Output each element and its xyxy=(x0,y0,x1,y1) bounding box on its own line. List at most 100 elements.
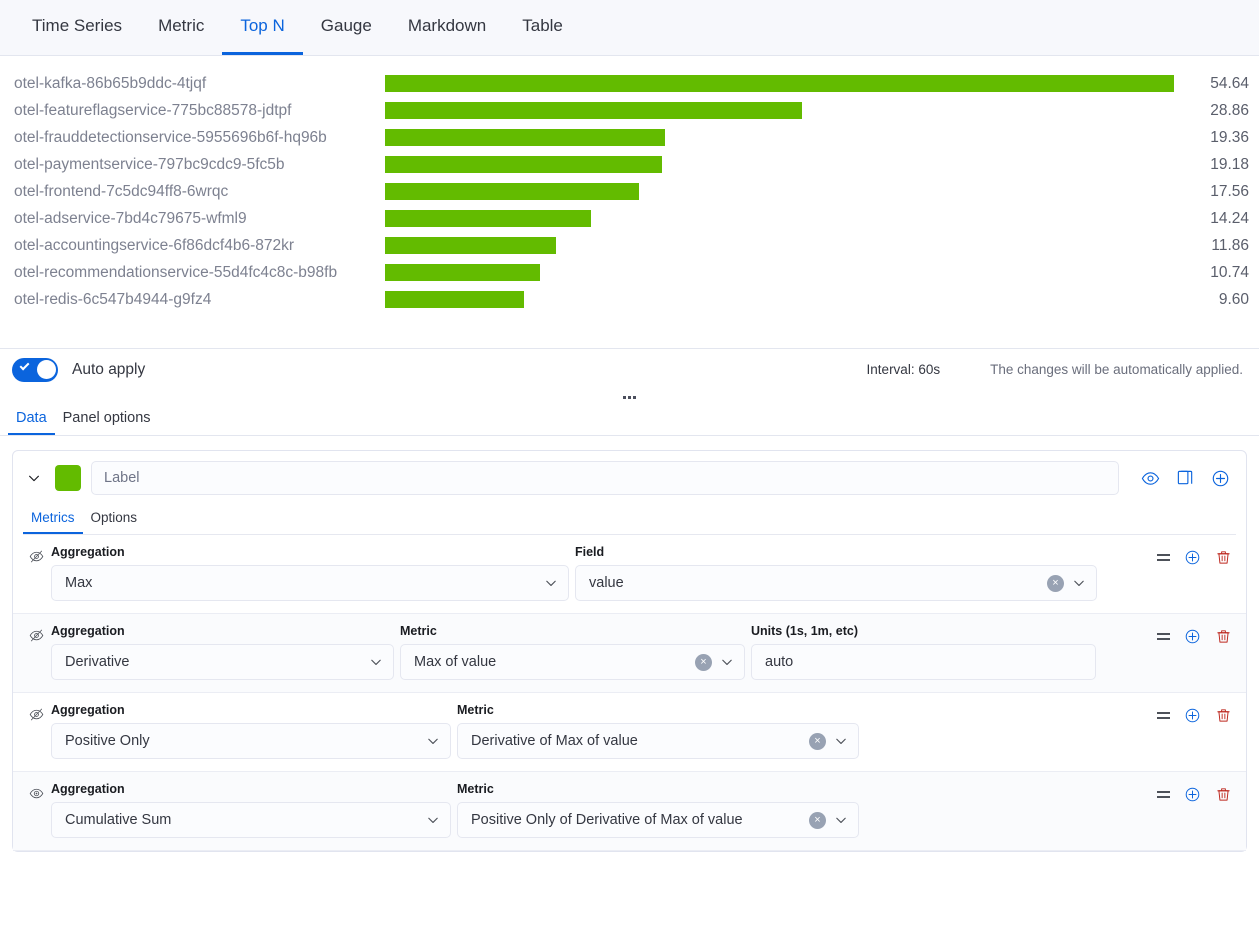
eye-icon[interactable] xyxy=(29,786,44,801)
eye-slash-icon[interactable] xyxy=(29,707,44,722)
top-n-row: otel-adservice-7bd4c79675-wfml914.24 xyxy=(0,205,1259,232)
field-value: Derivative xyxy=(65,654,369,670)
top-n-label: otel-redis-6c547b4944-g9fz4 xyxy=(0,291,385,309)
field-label: Metric xyxy=(457,782,859,796)
select-metric[interactable]: Derivative of Max of value× xyxy=(457,723,859,759)
select-field[interactable]: value× xyxy=(575,565,1097,601)
aggregation-rows: AggregationMaxFieldvalue× Aggregation Deri… xyxy=(13,535,1246,851)
toggle-visibility-button[interactable] xyxy=(21,703,51,722)
panel-resize-handle[interactable] xyxy=(0,390,1259,404)
top-n-bar[interactable] xyxy=(385,156,662,173)
viz-tab-markdown[interactable]: Markdown xyxy=(390,0,504,55)
top-n-row: otel-redis-6c547b4944-g9fz4 9.60 xyxy=(0,286,1259,313)
top-n-label: otel-recommendationservice-55d4fc4c8c-b9… xyxy=(0,264,385,282)
field-value: Positive Only xyxy=(65,733,426,749)
select-aggregation[interactable]: Positive Only xyxy=(51,723,451,759)
chevron-down-icon[interactable] xyxy=(1072,576,1086,590)
plus-circle-icon[interactable] xyxy=(1184,786,1201,803)
top-n-row: otel-kafka-86b65b9ddc-4tjqf54.64 xyxy=(0,70,1259,97)
series-label-input[interactable] xyxy=(91,461,1119,495)
top-n-bar[interactable] xyxy=(385,129,665,146)
viz-tab-time-series[interactable]: Time Series xyxy=(14,0,140,55)
chevron-down-icon[interactable] xyxy=(426,734,440,748)
series-tab-options[interactable]: Options xyxy=(83,510,146,534)
plus-circle-icon[interactable] xyxy=(1184,549,1201,566)
editor-tab-panel-options[interactable]: Panel options xyxy=(55,410,159,435)
top-n-bar-track xyxy=(385,205,1174,232)
toggle-visibility-button[interactable] xyxy=(21,545,51,564)
top-n-bar[interactable] xyxy=(385,291,524,308)
plus-circle-icon[interactable] xyxy=(1211,469,1230,488)
chevron-down-icon[interactable] xyxy=(369,655,383,669)
viz-tab-gauge[interactable]: Gauge xyxy=(303,0,390,55)
series-tab-metrics[interactable]: Metrics xyxy=(23,510,83,534)
select-aggregation[interactable]: Derivative xyxy=(51,644,394,680)
field-value: auto xyxy=(765,654,1085,670)
select-aggregation[interactable]: Cumulative Sum xyxy=(51,802,451,838)
interval-text: Interval: 60s xyxy=(867,362,941,377)
viz-tab-metric[interactable]: Metric xyxy=(140,0,222,55)
chevron-down-icon[interactable] xyxy=(834,813,848,827)
drag-handle-icon[interactable] xyxy=(1157,633,1170,639)
plus-circle-icon[interactable] xyxy=(1184,628,1201,645)
aggregation-row: AggregationPositive OnlyMetricDerivative… xyxy=(13,693,1246,772)
editor-tabbar: DataPanel options xyxy=(0,404,1259,436)
top-n-bar[interactable] xyxy=(385,75,1174,92)
field-group: AggregationCumulative Sum xyxy=(51,782,451,838)
clear-selection-button[interactable]: × xyxy=(809,812,826,829)
top-n-value: 17.56 xyxy=(1174,183,1259,201)
check-icon xyxy=(20,360,30,370)
field-value: value xyxy=(589,575,1047,591)
eye-slash-icon[interactable] xyxy=(29,628,44,643)
top-n-bar[interactable] xyxy=(385,264,540,281)
aggregation-row: AggregationDerivativeMetricMax of value×… xyxy=(13,614,1246,693)
viz-tab-top-n[interactable]: Top N xyxy=(222,0,302,55)
top-n-bar[interactable] xyxy=(385,183,639,200)
clear-selection-button[interactable]: × xyxy=(809,733,826,750)
toggle-visibility-button[interactable] xyxy=(21,624,51,643)
toggle-visibility-button[interactable] xyxy=(21,782,51,801)
drag-handle-icon[interactable] xyxy=(1157,791,1170,797)
editor-tab-data[interactable]: Data xyxy=(8,410,55,435)
duplicate-icon[interactable] xyxy=(1176,469,1195,488)
clear-selection-button[interactable]: × xyxy=(1047,575,1064,592)
plus-circle-icon[interactable] xyxy=(1184,707,1201,724)
chevron-down-icon[interactable] xyxy=(544,576,558,590)
dot-2 xyxy=(628,396,631,399)
eye-icon[interactable] xyxy=(1141,469,1160,488)
eye-slash-icon[interactable] xyxy=(29,549,44,564)
auto-apply-toggle[interactable] xyxy=(12,358,58,382)
viz-tab-table[interactable]: Table xyxy=(504,0,581,55)
top-n-value: 9.60 xyxy=(1174,291,1259,309)
field-label: Aggregation xyxy=(51,703,451,717)
trash-icon[interactable] xyxy=(1215,786,1232,803)
chevron-down-icon[interactable] xyxy=(834,734,848,748)
top-n-row: otel-frontend-7c5dc94ff8-6wrqc17.56 xyxy=(0,178,1259,205)
select-metric[interactable]: Max of value× xyxy=(400,644,745,680)
drag-handle-icon[interactable] xyxy=(1157,712,1170,718)
clear-selection-button[interactable]: × xyxy=(695,654,712,671)
chevron-down-icon[interactable] xyxy=(720,655,734,669)
top-n-bar[interactable] xyxy=(385,237,556,254)
series-editor-scroll: MetricsOptions AggregationMaxFieldvalue×… xyxy=(0,436,1259,924)
collapse-series-button[interactable] xyxy=(23,467,45,489)
trash-icon[interactable] xyxy=(1215,549,1232,566)
top-n-label: otel-adservice-7bd4c79675-wfml9 xyxy=(0,210,385,228)
top-n-value: 19.18 xyxy=(1174,156,1259,174)
top-n-bar-track xyxy=(385,70,1174,97)
select-metric[interactable]: Positive Only of Derivative of Max of va… xyxy=(457,802,859,838)
select-aggregation[interactable]: Max xyxy=(51,565,569,601)
field-group: Units (1s, 1m, etc)auto xyxy=(751,624,1096,680)
chevron-down-icon[interactable] xyxy=(426,813,440,827)
trash-icon[interactable] xyxy=(1215,707,1232,724)
input-units-1s-1m-etc[interactable]: auto xyxy=(751,644,1096,680)
top-n-bar[interactable] xyxy=(385,210,591,227)
field-group: AggregationMax xyxy=(51,545,569,601)
aggregation-row: AggregationMaxFieldvalue× xyxy=(13,535,1246,614)
field-label: Metric xyxy=(400,624,745,638)
drag-handle-icon[interactable] xyxy=(1157,554,1170,560)
series-color-swatch[interactable] xyxy=(55,465,81,491)
top-n-bar[interactable] xyxy=(385,102,802,119)
aggregation-row-tools xyxy=(1132,782,1240,803)
trash-icon[interactable] xyxy=(1215,628,1232,645)
